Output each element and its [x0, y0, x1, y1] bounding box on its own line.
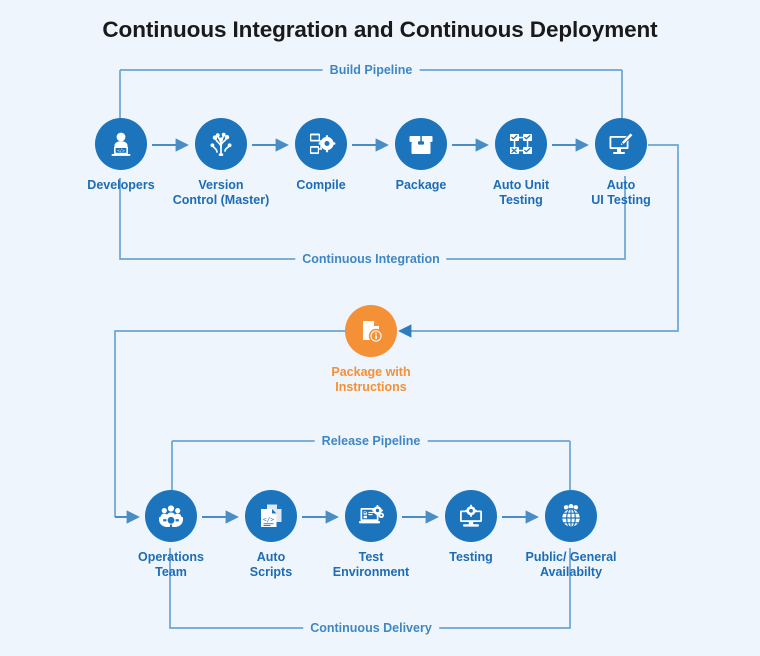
node-label-auto-ui-testing: Auto UI Testing	[591, 178, 651, 208]
test-environment-circle	[345, 490, 397, 542]
auto-scripts-circle: </>	[245, 490, 297, 542]
developers-circle: </>	[95, 118, 147, 170]
globe-people-icon	[561, 504, 581, 528]
document-info-icon	[363, 321, 384, 344]
package-with-instructions-circle	[345, 305, 397, 357]
compile-circle	[295, 118, 347, 170]
version-control-circle	[195, 118, 247, 170]
node-label-public-general-availability: Public/ General Availabilty	[525, 550, 617, 580]
auto-unit-testing-circle	[495, 118, 547, 170]
testing-circle	[445, 490, 497, 542]
operations-team-circle	[145, 490, 197, 542]
svg-text:</>: </>	[117, 148, 125, 153]
team-gear-icon	[159, 505, 183, 528]
test-environment-icon	[359, 505, 384, 524]
developer-laptop-icon: </>	[111, 132, 131, 156]
monitor-gear-icon	[460, 504, 482, 527]
package-box-icon	[409, 136, 433, 154]
node-package-with-instructions[interactable]: Package with Instructions	[296, 305, 446, 396]
checklist-grid-icon	[510, 134, 532, 154]
bracket-label-continuous-integration: Continuous Integration	[295, 252, 447, 266]
bracket-label-build-pipeline: Build Pipeline	[322, 63, 420, 77]
package-circle	[395, 118, 447, 170]
node-public-general-availability[interactable]: Public/ General Availabilty	[496, 490, 646, 581]
auto-ui-testing-circle	[595, 118, 647, 170]
monitor-brush-icon	[609, 132, 634, 154]
svg-text:</>: </>	[263, 517, 274, 524]
bracket-label-release-pipeline: Release Pipeline	[314, 434, 428, 448]
compile-gear-icon	[310, 133, 336, 154]
code-documents-icon: </>	[261, 504, 282, 527]
branch-tree-icon	[210, 132, 232, 156]
node-auto-ui-testing[interactable]: Auto UI Testing	[546, 118, 696, 209]
public-general-availability-circle	[545, 490, 597, 542]
node-label-package-with-instructions: Package with Instructions	[331, 365, 411, 395]
bracket-label-continuous-delivery: Continuous Delivery	[303, 621, 439, 635]
cicd-diagram: Continuous Integration and Continuous De…	[0, 0, 760, 656]
